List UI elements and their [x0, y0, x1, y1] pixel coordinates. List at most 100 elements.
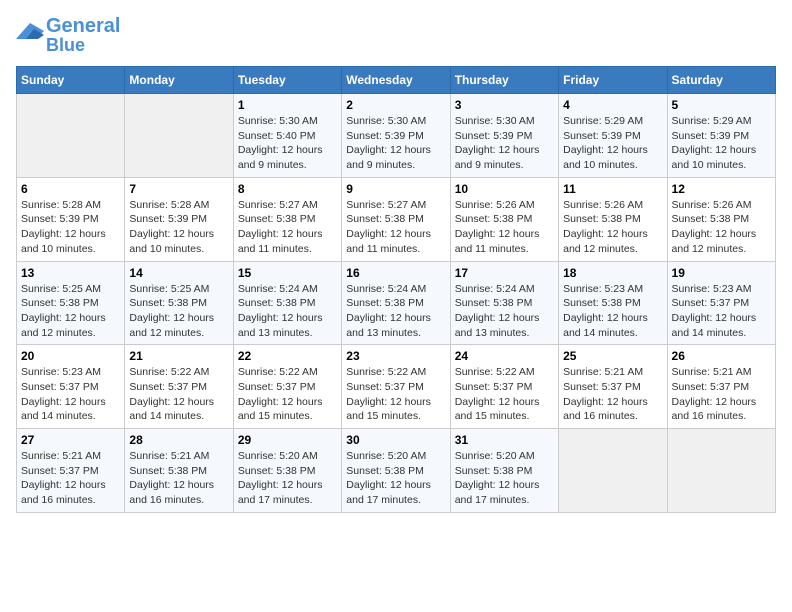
- day-number: 24: [455, 349, 554, 363]
- day-info: Sunrise: 5:23 AM Sunset: 5:37 PM Dayligh…: [672, 282, 771, 341]
- day-number: 23: [346, 349, 445, 363]
- day-number: 2: [346, 98, 445, 112]
- day-number: 19: [672, 266, 771, 280]
- day-cell: 17 Sunrise: 5:24 AM Sunset: 5:38 PM Dayli…: [450, 261, 558, 345]
- day-number: 17: [455, 266, 554, 280]
- day-number: 14: [129, 266, 228, 280]
- column-header-sunday: Sunday: [17, 67, 125, 94]
- day-cell: [125, 94, 233, 178]
- day-cell: 30 Sunrise: 5:20 AM Sunset: 5:38 PM Dayli…: [342, 429, 450, 513]
- day-cell: [17, 94, 125, 178]
- day-cell: 9Sunrise: 5:27 AM Sunset: 5:38 PM Daylig…: [342, 177, 450, 261]
- day-cell: 20 Sunrise: 5:23 AM Sunset: 5:37 PM Dayli…: [17, 345, 125, 429]
- day-number: 4: [563, 98, 662, 112]
- day-cell: 27 Sunrise: 5:21 AM Sunset: 5:37 PM Dayli…: [17, 429, 125, 513]
- day-number: 1: [238, 98, 337, 112]
- column-header-friday: Friday: [559, 67, 667, 94]
- day-cell: [667, 429, 775, 513]
- day-number: 30: [346, 433, 445, 447]
- day-number: 13: [21, 266, 120, 280]
- day-cell: 5 Sunrise: 5:29 AM Sunset: 5:39 PM Daylig…: [667, 94, 775, 178]
- day-info: Sunrise: 5:28 AM Sunset: 5:39 PM Dayligh…: [129, 198, 228, 257]
- day-info: Sunrise: 5:26 AM Sunset: 5:38 PM Dayligh…: [563, 198, 662, 257]
- day-cell: 31Sunrise: 5:20 AM Sunset: 5:38 PM Dayli…: [450, 429, 558, 513]
- day-info: Sunrise: 5:25 AM Sunset: 5:38 PM Dayligh…: [129, 282, 228, 341]
- week-row-1: 1 Sunrise: 5:30 AM Sunset: 5:40 PM Daylig…: [17, 94, 776, 178]
- day-info: Sunrise: 5:26 AM Sunset: 5:38 PM Dayligh…: [455, 198, 554, 257]
- day-number: 10: [455, 182, 554, 196]
- column-header-tuesday: Tuesday: [233, 67, 341, 94]
- day-cell: 14 Sunrise: 5:25 AM Sunset: 5:38 PM Dayli…: [125, 261, 233, 345]
- day-cell: 10 Sunrise: 5:26 AM Sunset: 5:38 PM Dayli…: [450, 177, 558, 261]
- day-info: Sunrise: 5:24 AM Sunset: 5:38 PM Dayligh…: [346, 282, 445, 341]
- column-header-wednesday: Wednesday: [342, 67, 450, 94]
- day-info: Sunrise: 5:21 AM Sunset: 5:37 PM Dayligh…: [21, 449, 120, 508]
- day-cell: 12 Sunrise: 5:26 AM Sunset: 5:38 PM Dayli…: [667, 177, 775, 261]
- day-number: 22: [238, 349, 337, 363]
- day-info: Sunrise: 5:22 AM Sunset: 5:37 PM Dayligh…: [455, 365, 554, 424]
- day-number: 12: [672, 182, 771, 196]
- day-info: Sunrise: 5:29 AM Sunset: 5:39 PM Dayligh…: [563, 114, 662, 173]
- day-number: 7: [129, 182, 228, 196]
- day-info: Sunrise: 5:30 AM Sunset: 5:40 PM Dayligh…: [238, 114, 337, 173]
- day-number: 18: [563, 266, 662, 280]
- day-info: Sunrise: 5:30 AM Sunset: 5:39 PM Dayligh…: [455, 114, 554, 173]
- day-number: 6: [21, 182, 120, 196]
- day-info: Sunrise: 5:20 AM Sunset: 5:38 PM Dayligh…: [346, 449, 445, 508]
- calendar-table: SundayMondayTuesdayWednesdayThursdayFrid…: [16, 66, 776, 513]
- day-number: 3: [455, 98, 554, 112]
- day-cell: 21Sunrise: 5:22 AM Sunset: 5:37 PM Dayli…: [125, 345, 233, 429]
- calendar-header-row: SundayMondayTuesdayWednesdayThursdayFrid…: [17, 67, 776, 94]
- day-info: Sunrise: 5:28 AM Sunset: 5:39 PM Dayligh…: [21, 198, 120, 257]
- day-number: 27: [21, 433, 120, 447]
- day-cell: 6 Sunrise: 5:28 AM Sunset: 5:39 PM Daylig…: [17, 177, 125, 261]
- day-info: Sunrise: 5:25 AM Sunset: 5:38 PM Dayligh…: [21, 282, 120, 341]
- day-number: 15: [238, 266, 337, 280]
- column-header-monday: Monday: [125, 67, 233, 94]
- day-cell: 29Sunrise: 5:20 AM Sunset: 5:38 PM Dayli…: [233, 429, 341, 513]
- day-number: 28: [129, 433, 228, 447]
- day-cell: 19 Sunrise: 5:23 AM Sunset: 5:37 PM Dayli…: [667, 261, 775, 345]
- day-cell: 22Sunrise: 5:22 AM Sunset: 5:37 PM Dayli…: [233, 345, 341, 429]
- day-cell: 26 Sunrise: 5:21 AM Sunset: 5:37 PM Dayli…: [667, 345, 775, 429]
- day-info: Sunrise: 5:30 AM Sunset: 5:39 PM Dayligh…: [346, 114, 445, 173]
- day-cell: 18 Sunrise: 5:23 AM Sunset: 5:38 PM Dayli…: [559, 261, 667, 345]
- day-info: Sunrise: 5:29 AM Sunset: 5:39 PM Dayligh…: [672, 114, 771, 173]
- day-cell: 16 Sunrise: 5:24 AM Sunset: 5:38 PM Dayli…: [342, 261, 450, 345]
- day-number: 8: [238, 182, 337, 196]
- day-info: Sunrise: 5:24 AM Sunset: 5:38 PM Dayligh…: [238, 282, 337, 341]
- day-info: Sunrise: 5:24 AM Sunset: 5:38 PM Dayligh…: [455, 282, 554, 341]
- day-cell: 25 Sunrise: 5:21 AM Sunset: 5:37 PM Dayli…: [559, 345, 667, 429]
- day-cell: 13 Sunrise: 5:25 AM Sunset: 5:38 PM Dayli…: [17, 261, 125, 345]
- day-cell: 24 Sunrise: 5:22 AM Sunset: 5:37 PM Dayli…: [450, 345, 558, 429]
- day-info: Sunrise: 5:23 AM Sunset: 5:37 PM Dayligh…: [21, 365, 120, 424]
- day-info: Sunrise: 5:22 AM Sunset: 5:37 PM Dayligh…: [346, 365, 445, 424]
- day-info: Sunrise: 5:22 AM Sunset: 5:37 PM Dayligh…: [129, 365, 228, 424]
- day-info: Sunrise: 5:21 AM Sunset: 5:38 PM Dayligh…: [129, 449, 228, 508]
- day-cell: [559, 429, 667, 513]
- day-info: Sunrise: 5:27 AM Sunset: 5:38 PM Dayligh…: [346, 198, 445, 257]
- day-number: 20: [21, 349, 120, 363]
- page-header: General Blue: [16, 16, 776, 54]
- column-header-thursday: Thursday: [450, 67, 558, 94]
- day-cell: 11Sunrise: 5:26 AM Sunset: 5:38 PM Dayli…: [559, 177, 667, 261]
- day-cell: 2 Sunrise: 5:30 AM Sunset: 5:39 PM Daylig…: [342, 94, 450, 178]
- day-info: Sunrise: 5:21 AM Sunset: 5:37 PM Dayligh…: [672, 365, 771, 424]
- day-number: 26: [672, 349, 771, 363]
- day-cell: 7 Sunrise: 5:28 AM Sunset: 5:39 PM Daylig…: [125, 177, 233, 261]
- day-cell: 28 Sunrise: 5:21 AM Sunset: 5:38 PM Dayli…: [125, 429, 233, 513]
- day-number: 16: [346, 266, 445, 280]
- logo-icon: [16, 21, 44, 43]
- day-cell: 15 Sunrise: 5:24 AM Sunset: 5:38 PM Dayli…: [233, 261, 341, 345]
- day-cell: 23 Sunrise: 5:22 AM Sunset: 5:37 PM Dayli…: [342, 345, 450, 429]
- day-info: Sunrise: 5:21 AM Sunset: 5:37 PM Dayligh…: [563, 365, 662, 424]
- day-info: Sunrise: 5:26 AM Sunset: 5:38 PM Dayligh…: [672, 198, 771, 257]
- day-info: Sunrise: 5:23 AM Sunset: 5:38 PM Dayligh…: [563, 282, 662, 341]
- week-row-2: 6 Sunrise: 5:28 AM Sunset: 5:39 PM Daylig…: [17, 177, 776, 261]
- day-cell: 4 Sunrise: 5:29 AM Sunset: 5:39 PM Daylig…: [559, 94, 667, 178]
- week-row-4: 20 Sunrise: 5:23 AM Sunset: 5:37 PM Dayli…: [17, 345, 776, 429]
- day-number: 25: [563, 349, 662, 363]
- day-info: Sunrise: 5:27 AM Sunset: 5:38 PM Dayligh…: [238, 198, 337, 257]
- day-cell: 8 Sunrise: 5:27 AM Sunset: 5:38 PM Daylig…: [233, 177, 341, 261]
- day-number: 5: [672, 98, 771, 112]
